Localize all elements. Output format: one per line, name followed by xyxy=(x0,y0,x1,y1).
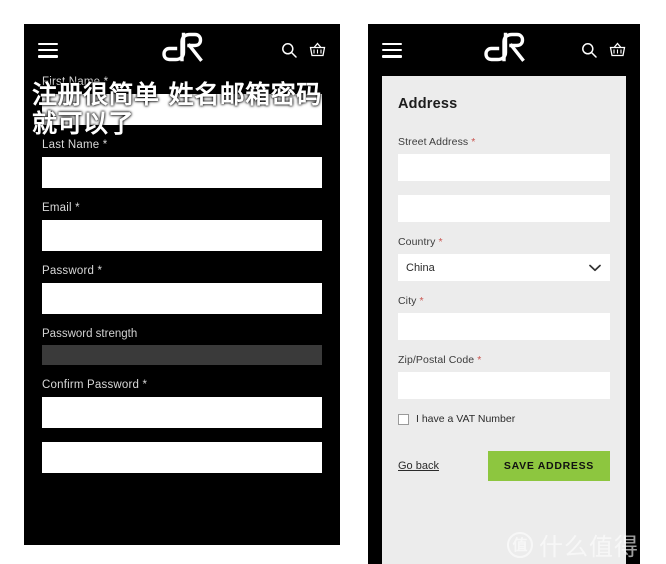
last-name-field: Last Name * xyxy=(42,139,322,188)
address-card-wrapper: Address Street Address * Country * China… xyxy=(368,76,640,564)
search-icon[interactable] xyxy=(581,42,597,58)
password-strength-meter: Password strength xyxy=(42,328,322,365)
last-name-label: Last Name * xyxy=(42,139,108,151)
country-field: Country * China xyxy=(398,236,610,281)
required-asterisk: * xyxy=(438,236,443,248)
rr-brand-logo[interactable] xyxy=(482,32,526,68)
go-back-link[interactable]: Go back xyxy=(398,460,439,472)
header-actions-right xyxy=(581,42,626,58)
city-field: City * xyxy=(398,295,610,340)
country-select[interactable]: China xyxy=(398,254,610,281)
page-title: Address xyxy=(398,96,458,112)
next-field-partial xyxy=(42,442,322,473)
street-address-line2-input[interactable] xyxy=(398,195,610,222)
street-address-line1-input[interactable] xyxy=(398,154,610,181)
country-selected-value: China xyxy=(398,254,610,281)
hamburger-menu-icon[interactable] xyxy=(382,42,402,58)
address-form-panel: Address Street Address * Country * China… xyxy=(368,24,640,564)
confirm-password-field: Confirm Password * xyxy=(42,379,322,428)
vat-checkbox-label: I have a VAT Number xyxy=(416,413,516,425)
vat-checkbox[interactable] xyxy=(398,413,409,425)
password-strength-label: Password strength xyxy=(42,328,138,340)
search-icon[interactable] xyxy=(281,42,297,58)
vat-checkbox-row[interactable]: I have a VAT Number xyxy=(398,413,610,425)
rr-brand-logo[interactable] xyxy=(160,32,204,68)
required-asterisk: * xyxy=(471,136,476,148)
zip-input[interactable] xyxy=(398,372,610,399)
signup-form-panel: First Name * Last Name * Email * Passwor… xyxy=(24,24,340,545)
app-header-right xyxy=(368,24,640,76)
email-label: Email * xyxy=(42,202,80,214)
street-address-label: Street Address * xyxy=(398,136,610,148)
email-input[interactable] xyxy=(42,220,322,251)
email-field: Email * xyxy=(42,202,322,251)
first-name-label: First Name * xyxy=(42,76,109,88)
required-asterisk: * xyxy=(477,354,482,366)
password-strength-bar xyxy=(42,345,322,365)
signup-fields: First Name * Last Name * Email * Passwor… xyxy=(24,76,340,473)
app-header-left xyxy=(24,24,340,76)
city-label-text: City xyxy=(398,295,420,307)
zip-field: Zip/Postal Code * xyxy=(398,354,610,399)
first-name-input[interactable] xyxy=(42,94,322,125)
city-input[interactable] xyxy=(398,313,610,340)
street-address-field: Street Address * xyxy=(398,136,610,181)
screenshot-stage: First Name * Last Name * Email * Passwor… xyxy=(0,0,666,564)
password-input[interactable] xyxy=(42,283,322,314)
hamburger-menu-icon[interactable] xyxy=(38,42,58,58)
confirm-password-label: Confirm Password * xyxy=(42,379,148,391)
street-address-line2-wrapper xyxy=(398,195,610,222)
country-label-text: Country xyxy=(398,236,439,248)
confirm-password-input[interactable] xyxy=(42,397,322,428)
partial-input[interactable] xyxy=(42,442,322,473)
password-field: Password * xyxy=(42,265,322,314)
country-label: Country * xyxy=(398,236,610,248)
required-asterisk: * xyxy=(419,295,424,307)
first-name-field: First Name * xyxy=(42,76,322,125)
password-label: Password * xyxy=(42,265,103,277)
last-name-input[interactable] xyxy=(42,157,322,188)
address-actions: Go back SAVE ADDRESS xyxy=(398,451,610,481)
header-actions-left xyxy=(281,42,326,58)
shopping-basket-icon[interactable] xyxy=(609,42,626,58)
shopping-basket-icon[interactable] xyxy=(309,42,326,58)
street-address-label-text: Street Address xyxy=(398,136,472,148)
zip-label-text: Zip/Postal Code xyxy=(398,354,478,366)
city-label: City * xyxy=(398,295,610,307)
address-card: Address Street Address * Country * China… xyxy=(382,76,626,564)
save-address-button[interactable]: SAVE ADDRESS xyxy=(487,451,610,481)
zip-label: Zip/Postal Code * xyxy=(398,354,610,366)
